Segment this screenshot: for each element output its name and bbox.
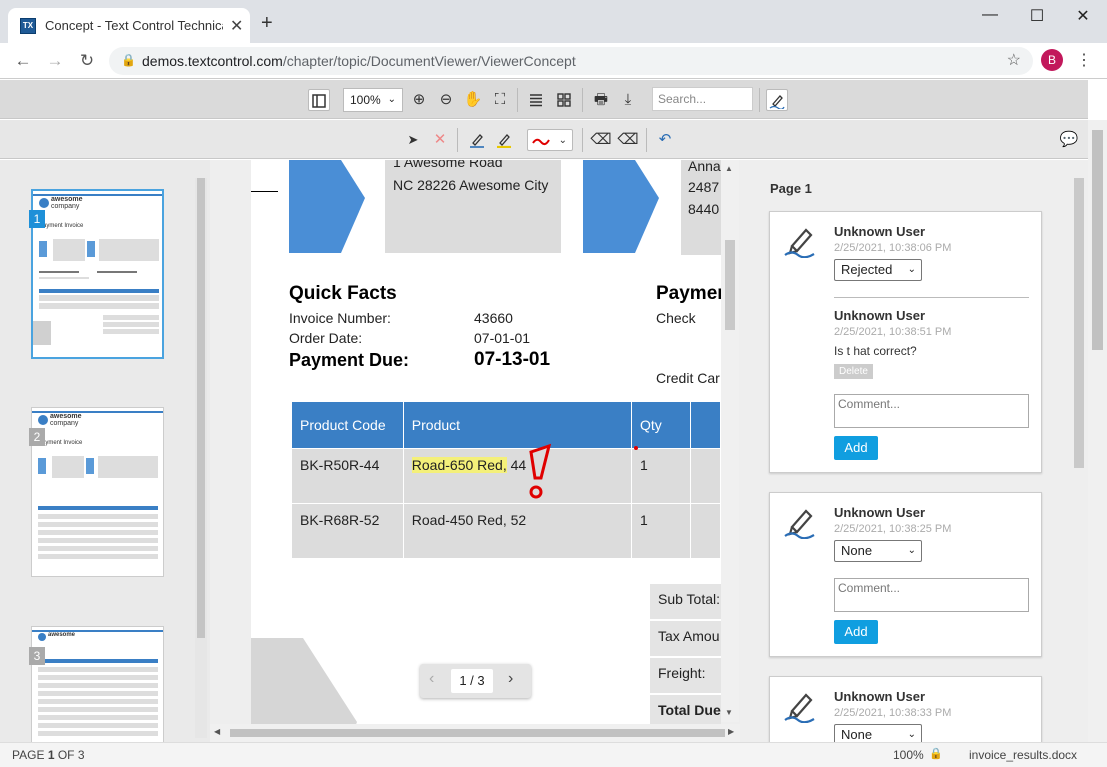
- status-select[interactable]: Rejected ⌄: [834, 259, 922, 281]
- comment-input[interactable]: Comment...: [834, 394, 1029, 428]
- annotation-toolbar: ➤ ✕ ⌄ ⌫ ⌫ ↶ 💬: [0, 120, 1088, 159]
- bookmark-star-icon[interactable]: ☆: [1007, 50, 1021, 70]
- thumb-logo-text: awesome company: [51, 196, 83, 210]
- comments-page-label: Page 1: [770, 181, 812, 196]
- browser-tab-strip: TX Concept - Text Control Technical ✕ + …: [0, 0, 1107, 43]
- thumbnail-number-2: 2: [29, 428, 45, 446]
- blue-arrow-shape-1: [289, 160, 365, 253]
- select-cursor-icon[interactable]: ➤: [402, 129, 424, 151]
- ink-exclamation-annotation[interactable]: [521, 442, 561, 504]
- viewer-main-toolbar: 100% ⌄ ⊕ ⊖ ✋ ⛶ 🖶 ⤓ Search...: [0, 80, 1088, 119]
- thumbnail-number-1: 1: [29, 210, 45, 228]
- blue-arrow-shape-2: [583, 160, 659, 253]
- delete-annotation-icon[interactable]: ✕: [429, 129, 451, 151]
- thumbnail-scrollbar[interactable]: [195, 178, 207, 738]
- comment-card: Unknown User 2/25/2021, 10:38:06 PM Reje…: [769, 211, 1042, 473]
- filename-status: invoice_results.docx: [969, 748, 1078, 762]
- forward-arrow-icon[interactable]: →: [44, 51, 66, 71]
- search-input[interactable]: Search...: [652, 87, 753, 111]
- document-page[interactable]: 1 Awesome Road NC 28226 Awesome City Ann…: [251, 160, 721, 742]
- annotation-mode-icon[interactable]: [766, 89, 788, 111]
- chevron-down-icon: ⌄: [907, 545, 916, 556]
- zoom-in-icon[interactable]: ⊕: [408, 89, 430, 111]
- textcontrol-favicon-icon: TX: [20, 18, 36, 34]
- maximize-window-button[interactable]: ☐: [1022, 6, 1052, 26]
- profile-avatar[interactable]: B: [1041, 49, 1063, 71]
- comments-panel: Page 1 Unknown User 2/25/2021, 10:38:06 …: [740, 160, 1088, 746]
- thumbnail-page-1[interactable]: awesome company Payment Invoice: [31, 189, 164, 359]
- ink-annotation-icon: [784, 693, 815, 723]
- comment-card: Unknown User 2/25/2021, 10:38:25 PM None…: [769, 492, 1042, 657]
- zoom-status: 100%: [893, 748, 924, 762]
- quick-facts-heading: Quick Facts: [289, 283, 397, 304]
- print-icon[interactable]: 🖶: [590, 89, 612, 111]
- url-input[interactable]: 🔒 demos.textcontrol.com/chapter/topic/Do…: [109, 47, 1033, 75]
- thumbnail-page-3[interactable]: awesome: [31, 626, 164, 746]
- zoom-select[interactable]: 100% ⌄: [343, 88, 403, 112]
- ink-annotation-icon: [784, 509, 815, 539]
- invoice-table: Product Code Product Qty BK-R50R-44 Road…: [291, 401, 721, 559]
- next-page-icon[interactable]: ›: [508, 670, 513, 688]
- lock-icon: 🔒: [929, 748, 943, 760]
- fit-page-icon[interactable]: ⛶: [489, 89, 511, 111]
- page-navigator: ‹ 1 / 3 ›: [420, 664, 531, 698]
- undo-icon[interactable]: ↶: [654, 129, 676, 151]
- eraser-icon[interactable]: ⌫: [590, 129, 612, 151]
- minimize-window-button[interactable]: —: [975, 6, 1005, 26]
- chevron-down-icon: ⌄: [907, 264, 916, 275]
- browser-menu-icon[interactable]: ⋮: [1076, 50, 1092, 70]
- add-button[interactable]: Add: [834, 436, 878, 460]
- status-select[interactable]: None ⌄: [834, 540, 922, 562]
- sidebar-toggle-icon[interactable]: [308, 89, 330, 111]
- ink-annotation-icon: [784, 228, 815, 258]
- table-row: BK-R50R-44 Road-650 Red, 44 1: [292, 449, 720, 503]
- chevron-down-icon: ⌄: [558, 135, 567, 146]
- table-row: BK-R68R-52 Road-450 Red, 52 1: [292, 504, 720, 558]
- back-arrow-icon[interactable]: ←: [12, 51, 34, 71]
- browser-tab[interactable]: TX Concept - Text Control Technical ✕: [8, 8, 250, 43]
- lock-icon: 🔒: [121, 53, 136, 67]
- browser-address-bar: ← → ↻ 🔒 demos.textcontrol.com/chapter/to…: [0, 43, 1107, 79]
- page-status: PAGE 1 OF 3: [12, 748, 85, 762]
- ink-color-dropdown[interactable]: ⌄: [527, 129, 573, 151]
- comment-input[interactable]: Comment...: [834, 578, 1029, 612]
- thumbnail-page-2[interactable]: awesome company Payment Invoice: [31, 407, 164, 577]
- comments-scrollbar[interactable]: [1070, 178, 1088, 742]
- reload-icon[interactable]: ↻: [76, 51, 98, 71]
- payment-heading: Paymer: [656, 283, 721, 304]
- add-button[interactable]: Add: [834, 620, 878, 644]
- thumb-logo-text: awesome company: [50, 413, 82, 427]
- zoom-out-icon[interactable]: ⊖: [435, 89, 457, 111]
- grid-layout-icon[interactable]: [553, 89, 575, 111]
- highlighter-icon[interactable]: [493, 129, 515, 151]
- pan-hand-icon[interactable]: ✋: [462, 89, 484, 111]
- close-tab-icon[interactable]: ✕: [230, 16, 243, 36]
- download-icon[interactable]: ⤓: [617, 89, 639, 111]
- new-tab-button[interactable]: +: [261, 13, 273, 33]
- ink-dot-annotation[interactable]: [634, 446, 638, 450]
- status-bar: PAGE 1 OF 3 100% 🔒 invoice_results.docx: [0, 742, 1107, 767]
- comment-card: Unknown User 2/25/2021, 10:38:33 PM None…: [769, 676, 1042, 746]
- comments-icon[interactable]: 💬: [1058, 129, 1080, 151]
- delete-button[interactable]: Delete: [834, 364, 873, 379]
- ink-pen-icon[interactable]: [466, 129, 488, 151]
- highlighted-text[interactable]: Road-650 Red,: [411, 457, 507, 473]
- recipient-address-box: Anna 2487 8440: [681, 160, 721, 255]
- thumbnail-panel: awesome company Payment Invoice 1 awesome…: [0, 160, 210, 746]
- document-horizontal-scrollbar[interactable]: ◀ ▶: [210, 724, 740, 742]
- close-window-button[interactable]: ✕: [1068, 6, 1098, 26]
- previous-page-icon[interactable]: ‹: [429, 670, 434, 688]
- single-page-layout-icon[interactable]: [525, 89, 547, 111]
- page-scrollbar[interactable]: [1088, 120, 1107, 742]
- page-indicator[interactable]: 1 / 3: [451, 669, 493, 693]
- thumbnail-number-3: 3: [29, 647, 45, 665]
- erase-all-icon[interactable]: ⌫: [617, 129, 639, 151]
- document-vertical-scrollbar[interactable]: ▲ ▼: [721, 160, 739, 722]
- thumb-logo-text: awesome: [48, 632, 76, 638]
- tab-title: Concept - Text Control Technical: [45, 18, 223, 33]
- sender-address-box: 1 Awesome Road NC 28226 Awesome City: [385, 160, 561, 253]
- url-text: demos.textcontrol.com/chapter/topic/Docu…: [142, 53, 576, 69]
